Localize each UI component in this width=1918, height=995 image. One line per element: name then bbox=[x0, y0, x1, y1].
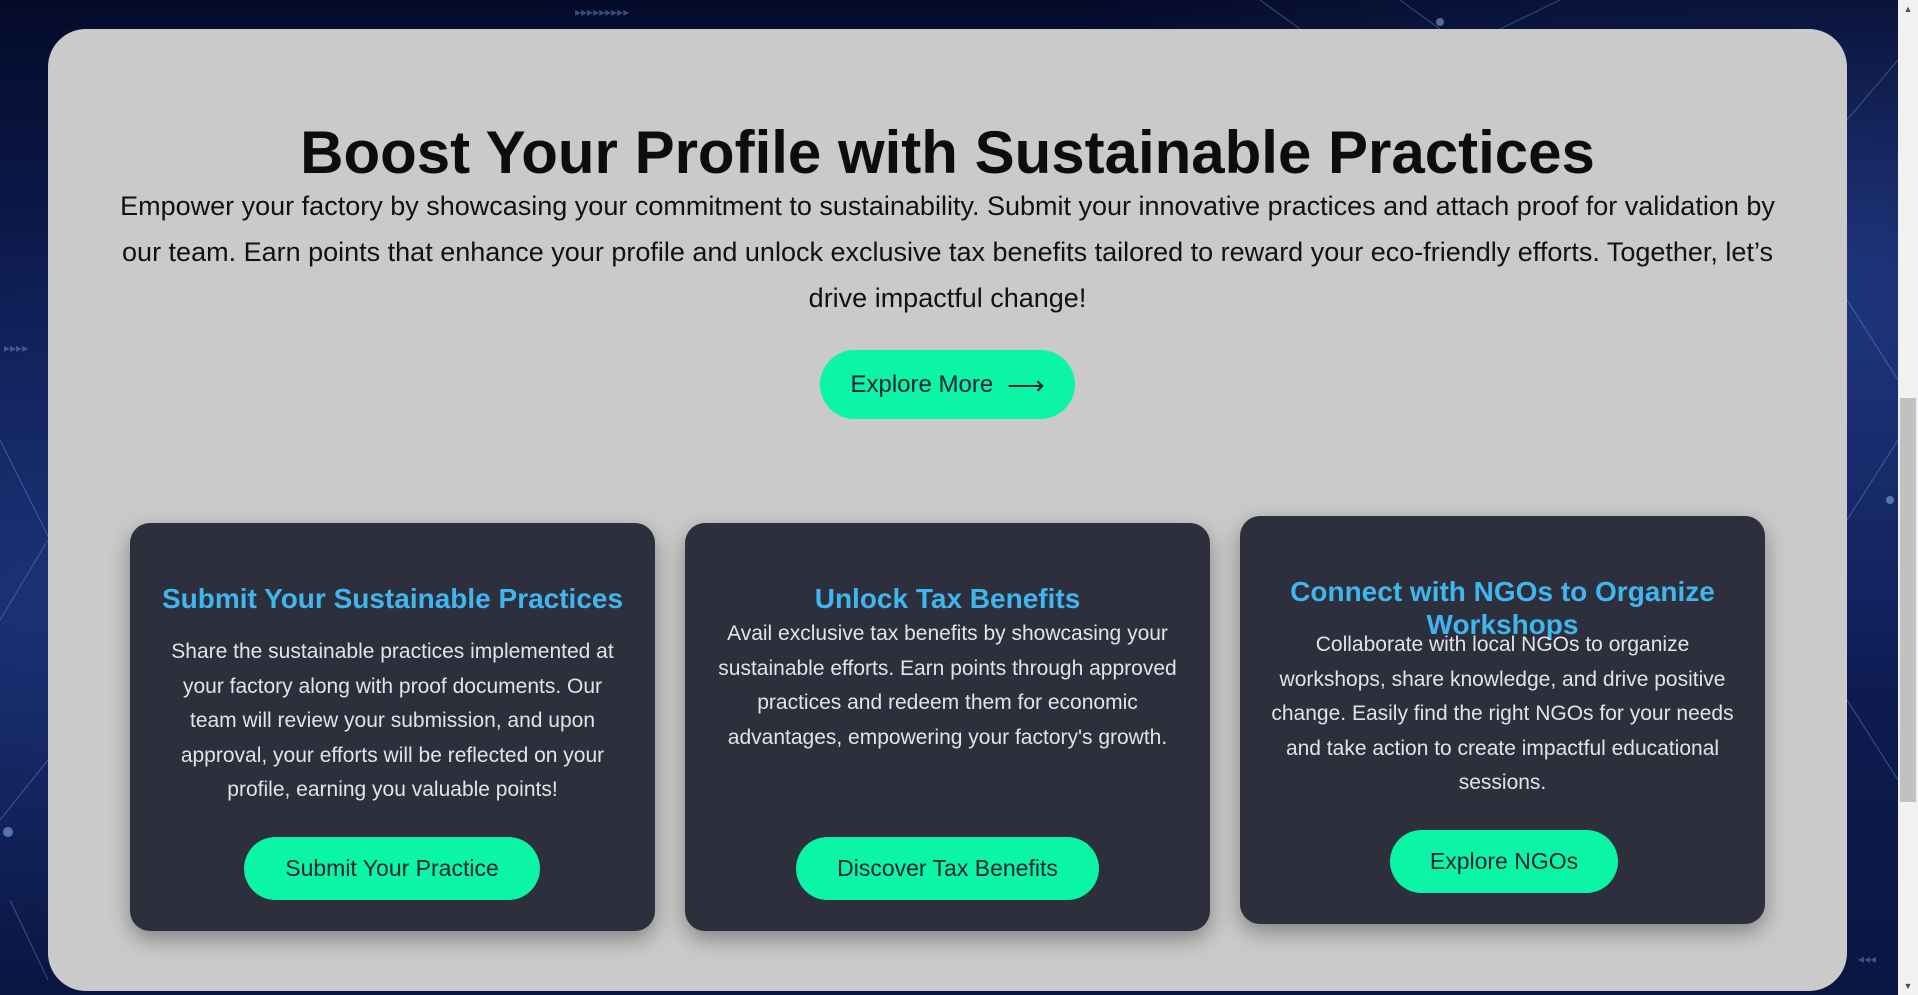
arrow-right-icon: ⟶ bbox=[1007, 369, 1045, 400]
card-description: Avail exclusive tax benefits by showcasi… bbox=[718, 622, 1177, 749]
scroll-down-arrow-icon[interactable]: ▼ bbox=[1898, 977, 1918, 995]
intro-description: Empower your factory by showcasing your … bbox=[120, 191, 1775, 313]
discover-tax-benefits-button[interactable]: Discover Tax Benefits bbox=[796, 837, 1099, 900]
card-submit-practices: Submit Your Sustainable Practices Share … bbox=[130, 523, 655, 931]
explore-more-button[interactable]: Explore More ⟶ bbox=[820, 350, 1075, 419]
svg-text:▸▸▸▸: ▸▸▸▸ bbox=[4, 341, 28, 355]
scrollbar-thumb[interactable] bbox=[1900, 398, 1916, 802]
page-title: Boost Your Profile with Sustainable Prac… bbox=[300, 119, 1595, 186]
submit-practice-button[interactable]: Submit Your Practice bbox=[244, 837, 540, 900]
explore-ngos-button[interactable]: Explore NGOs bbox=[1390, 830, 1618, 893]
card-tax-benefits: Unlock Tax Benefits Avail exclusive tax … bbox=[685, 523, 1210, 931]
card-description: Collaborate with local NGOs to organize … bbox=[1271, 633, 1734, 794]
scroll-up-arrow-icon[interactable]: ▲ bbox=[1898, 0, 1918, 18]
sustainability-panel: Boost Your Profile with Sustainable Prac… bbox=[48, 29, 1847, 991]
card-connect-ngos: Connect with NGOs to Organize Workshops … bbox=[1240, 516, 1765, 924]
vertical-scrollbar[interactable]: ▲ ▼ bbox=[1898, 0, 1918, 995]
svg-text:◂◂◂: ◂◂◂ bbox=[1858, 952, 1876, 966]
card-title: Submit Your Sustainable Practices bbox=[161, 583, 624, 614]
svg-text:▸▸▸▸▸▸▸▸▸: ▸▸▸▸▸▸▸▸▸ bbox=[575, 5, 629, 19]
card-description: Share the sustainable practices implemen… bbox=[171, 640, 614, 801]
card-title: Unlock Tax Benefits bbox=[814, 583, 1081, 614]
explore-more-label: Explore More bbox=[850, 370, 994, 398]
